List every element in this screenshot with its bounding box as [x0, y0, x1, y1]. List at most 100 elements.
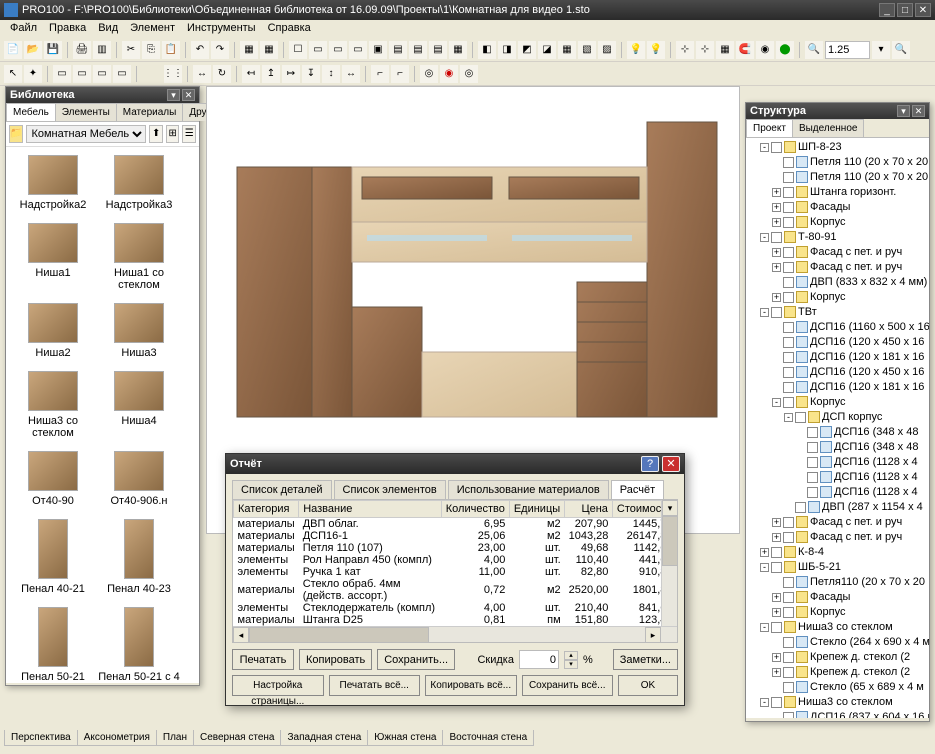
- tree-checkbox[interactable]: [771, 307, 782, 318]
- expand-icon[interactable]: +: [772, 263, 781, 272]
- tool-button[interactable]: ⌐: [371, 65, 389, 83]
- tree-checkbox[interactable]: [783, 532, 794, 543]
- expand-icon[interactable]: +: [772, 593, 781, 602]
- tool-button[interactable]: ◩: [518, 41, 536, 59]
- library-item[interactable]: Ниша1: [10, 219, 96, 299]
- view-mode-button[interactable]: ⊞: [166, 125, 180, 143]
- menu-edit[interactable]: Правка: [43, 20, 92, 38]
- tool-button[interactable]: ✦: [24, 65, 42, 83]
- view-list-button[interactable]: ☰: [182, 125, 196, 143]
- tree-checkbox[interactable]: [783, 682, 794, 693]
- library-item[interactable]: Пенал 40-23: [96, 515, 182, 603]
- zoom-input[interactable]: [825, 41, 870, 59]
- tree-checkbox[interactable]: [771, 547, 782, 558]
- tool-button[interactable]: ◎: [460, 65, 478, 83]
- expand-icon[interactable]: [796, 458, 805, 467]
- expand-icon[interactable]: +: [772, 668, 781, 677]
- table-row[interactable]: материалыДВП облаг.6,95м2207,901445,78: [234, 518, 677, 531]
- structure-title-bar[interactable]: Структура ▾ ✕: [746, 103, 929, 119]
- library-item[interactable]: Надстройка2: [10, 151, 96, 219]
- tree-checkbox[interactable]: [783, 217, 794, 228]
- tree-row[interactable]: Петля 110 (20 x 70 x 20: [748, 155, 927, 170]
- nav-up-button[interactable]: ⬆: [149, 125, 163, 143]
- expand-icon[interactable]: -: [760, 143, 769, 152]
- tree-row[interactable]: +Корпус: [748, 605, 927, 620]
- tree-row[interactable]: ДСП16 (837 x 604 x 16 мм): [748, 710, 927, 718]
- tree-row[interactable]: ДСП16 (1160 x 500 x 16: [748, 320, 927, 335]
- close-button[interactable]: ✕: [915, 3, 931, 17]
- tool-button[interactable]: ☐: [289, 41, 307, 59]
- page-setup-button[interactable]: Настройка страницы...: [232, 675, 324, 696]
- library-item[interactable]: Надстройка3: [96, 151, 182, 219]
- tree-checkbox[interactable]: [783, 172, 794, 183]
- table-row[interactable]: элементыСтеклодержатель (компл)4,00шт.21…: [234, 602, 677, 614]
- zoom-out-button[interactable]: 🔍: [805, 41, 823, 59]
- tree-row[interactable]: Петля 110 (20 x 70 x 20: [748, 170, 927, 185]
- tree-row[interactable]: ДСП16 (120 x 181 x 16: [748, 380, 927, 395]
- tool-button[interactable]: 💡: [627, 41, 645, 59]
- expand-icon[interactable]: +: [772, 533, 781, 542]
- panel-help-icon[interactable]: ▾: [897, 105, 910, 117]
- library-title-bar[interactable]: Библиотека ▾ ✕: [6, 87, 199, 103]
- zoom-in-button[interactable]: 🔍: [892, 41, 910, 59]
- discount-input[interactable]: [519, 650, 559, 669]
- table-row[interactable]: материалыШтанга D250,81пм151,80123,41: [234, 614, 677, 626]
- tree-checkbox[interactable]: [795, 412, 806, 423]
- expand-icon[interactable]: -: [772, 398, 781, 407]
- tool-button[interactable]: ▭: [93, 65, 111, 83]
- tree-checkbox[interactable]: [783, 262, 794, 273]
- expand-icon[interactable]: +: [772, 608, 781, 617]
- tree-checkbox[interactable]: [807, 487, 818, 498]
- tool-button[interactable]: 💡: [647, 41, 665, 59]
- expand-icon[interactable]: [772, 578, 781, 587]
- tree-checkbox[interactable]: [783, 352, 794, 363]
- tool-button[interactable]: ⊹: [676, 41, 694, 59]
- tree-checkbox[interactable]: [783, 337, 794, 348]
- tree-row[interactable]: +Корпус: [748, 215, 927, 230]
- tree-row[interactable]: ДВП (287 x 1154 x 4: [748, 500, 927, 515]
- expand-icon[interactable]: [772, 383, 781, 392]
- tool-button[interactable]: ⬤: [776, 41, 794, 59]
- library-item[interactable]: Пенал 50-21 с 4 ящ.: [96, 603, 182, 683]
- expand-icon[interactable]: -: [760, 233, 769, 242]
- tab-material-usage[interactable]: Использование материалов: [448, 480, 609, 500]
- library-item[interactable]: От40-90: [10, 447, 96, 515]
- tool-button[interactable]: ▭: [329, 41, 347, 59]
- menu-file[interactable]: Файл: [4, 20, 43, 38]
- tree-row[interactable]: ДВП (833 x 832 x 4 мм): [748, 275, 927, 290]
- tree-row[interactable]: ДСП16 (1128 x 4: [748, 455, 927, 470]
- tree-row[interactable]: +Фасады: [748, 590, 927, 605]
- panel-close-icon[interactable]: ✕: [182, 89, 195, 101]
- tool-button[interactable]: ▤: [389, 41, 407, 59]
- undo-button[interactable]: ↶: [191, 41, 209, 59]
- menu-tools[interactable]: Инструменты: [181, 20, 262, 38]
- tool-button[interactable]: ◪: [538, 41, 556, 59]
- tab-selected[interactable]: Выделенное: [792, 119, 865, 137]
- redo-button[interactable]: ↷: [211, 41, 229, 59]
- tool-button[interactable]: ⌐: [391, 65, 409, 83]
- tab-axonometry[interactable]: Аксонометрия: [77, 730, 157, 746]
- tree-row[interactable]: +Фасады: [748, 200, 927, 215]
- tab-elements[interactable]: Элементы: [55, 103, 117, 121]
- table-row[interactable]: материалыПетля 110 (107)23,00шт.49,68114…: [234, 542, 677, 554]
- table-row[interactable]: элементыРол Направл 450 (компл)4,00шт.11…: [234, 554, 677, 566]
- expand-icon[interactable]: +: [772, 653, 781, 662]
- open-button[interactable]: 📂: [24, 41, 42, 59]
- tree-row[interactable]: -Ниша3 со стеклом: [748, 695, 927, 710]
- save-button[interactable]: 💾: [44, 41, 62, 59]
- expand-icon[interactable]: [796, 488, 805, 497]
- column-header[interactable]: Категория: [234, 501, 299, 518]
- expand-icon[interactable]: [772, 278, 781, 287]
- tree-row[interactable]: +Фасад с пет. и руч: [748, 530, 927, 545]
- expand-icon[interactable]: [772, 353, 781, 362]
- scroll-right-icon[interactable]: ▸: [645, 627, 661, 643]
- tree-row[interactable]: ДСП16 (1128 x 4: [748, 485, 927, 500]
- tree-checkbox[interactable]: [783, 247, 794, 258]
- report-title-bar[interactable]: Отчёт ? ✕: [226, 454, 684, 474]
- tool-button[interactable]: ▦: [558, 41, 576, 59]
- tool-button[interactable]: ⊹: [696, 41, 714, 59]
- tree-checkbox[interactable]: [771, 142, 782, 153]
- tool-button[interactable]: ▥: [93, 41, 111, 59]
- tree-checkbox[interactable]: [807, 427, 818, 438]
- tree-checkbox[interactable]: [771, 697, 782, 708]
